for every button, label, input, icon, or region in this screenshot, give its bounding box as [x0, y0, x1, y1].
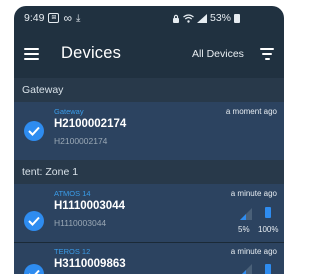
device-type: Gateway [54, 107, 84, 116]
app-toolbar: Devices All Devices [14, 30, 284, 78]
status-time: 9:49 [24, 12, 45, 24]
selected-check-icon[interactable] [24, 121, 44, 141]
status-bar: 9:49 ⊞ ∞ ⤓ 53% [14, 6, 284, 30]
battery-level-icon [265, 264, 271, 274]
signal-icon [197, 13, 207, 23]
device-name: H2100002174 [54, 118, 127, 130]
device-filter-label[interactable]: All Devices [192, 48, 244, 60]
battery-icon [234, 13, 241, 23]
device-row-atmos[interactable]: ATMOS 14 H1110003044 H1110003044 a minut… [14, 184, 284, 242]
app-screen: 9:49 ⊞ ∞ ⤓ 53% Devices All Devices Gatew… [14, 6, 284, 274]
device-row-teros[interactable]: TEROS 12 H3110009863 a minute ago [14, 243, 284, 274]
lock-icon [173, 14, 179, 23]
device-name: H3110009863 [54, 258, 126, 270]
device-type: TEROS 12 [54, 247, 91, 256]
device-type: ATMOS 14 [54, 189, 91, 198]
notification-box-icon: ⊞ [48, 13, 60, 23]
selected-check-icon[interactable] [24, 264, 44, 274]
status-left: 9:49 ⊞ ∞ ⤓ [24, 12, 80, 24]
page-title: Devices [61, 44, 122, 62]
hamburger-menu-icon[interactable] [24, 48, 39, 60]
device-name: H1110003044 [54, 200, 125, 212]
battery-level-icon [265, 207, 271, 218]
selected-check-icon[interactable] [24, 211, 44, 231]
last-seen: a moment ago [225, 107, 277, 116]
download-icon: ⤓ [76, 12, 81, 24]
signal-strength-icon [242, 264, 252, 274]
filter-icon[interactable] [260, 48, 274, 60]
last-seen: a minute ago [230, 247, 277, 256]
battery-value: 100% [258, 225, 279, 234]
battery-percent: 53% [210, 12, 232, 24]
signal-value: 5% [238, 225, 250, 234]
device-row-gateway[interactable]: Gateway H2100002174 H2100002174 a moment… [14, 102, 284, 160]
section-header-zone: tent: Zone 1 [14, 160, 284, 184]
infinity-icon: ∞ [63, 11, 72, 25]
signal-strength-icon [240, 208, 252, 220]
status-right: 53% [172, 12, 241, 24]
device-serial: H2100002174 [54, 136, 108, 146]
section-header-gateway: Gateway [14, 78, 284, 102]
last-seen: a minute ago [230, 189, 277, 198]
wifi-icon [183, 13, 194, 23]
device-serial: H1110003044 [54, 218, 107, 228]
